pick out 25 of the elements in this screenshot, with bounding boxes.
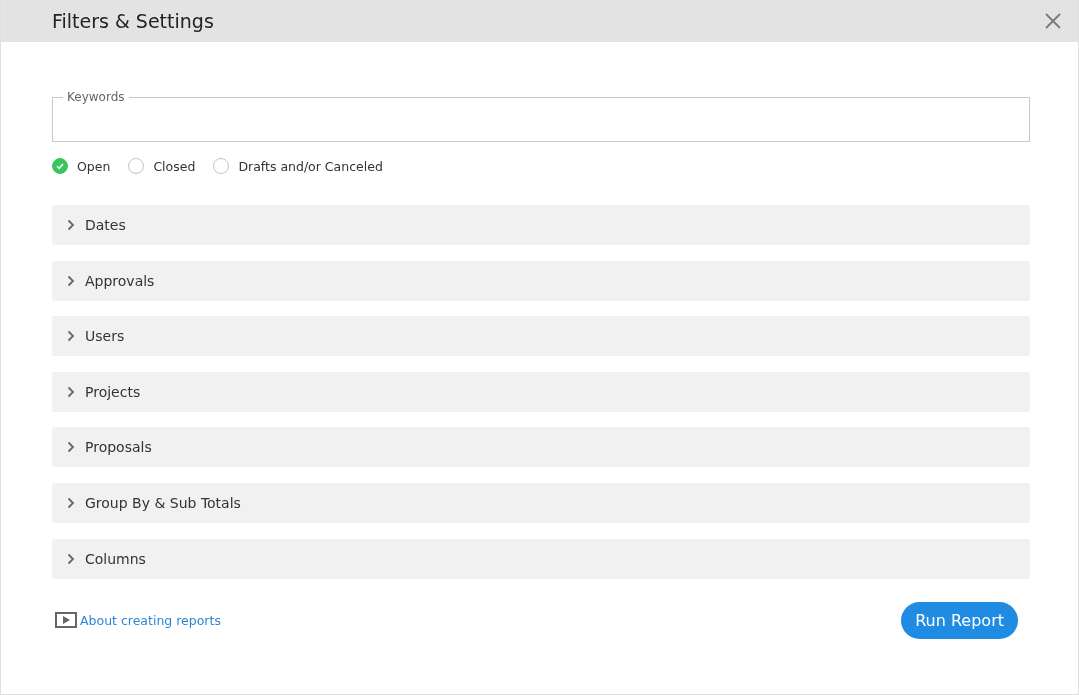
close-icon[interactable] bbox=[1044, 12, 1062, 30]
keywords-field[interactable]: Keywords bbox=[52, 90, 1030, 142]
section-title: Columns bbox=[85, 550, 146, 567]
section-title: Users bbox=[85, 328, 125, 345]
run-report-button[interactable]: Run Report bbox=[901, 601, 1018, 639]
collapsible-section[interactable]: Projects bbox=[52, 371, 1030, 412]
section-title: Approvals bbox=[85, 272, 155, 289]
collapsible-section[interactable]: Proposals bbox=[52, 427, 1030, 468]
radio-label[interactable]: Open bbox=[77, 158, 111, 174]
radio-label[interactable]: Drafts and/or Canceled bbox=[238, 158, 383, 174]
collapsible-section[interactable]: Dates bbox=[52, 205, 1030, 245]
collapsible-section[interactable]: Group By & Sub Totals bbox=[52, 482, 1030, 523]
window-title: Filters & Settings bbox=[52, 10, 214, 32]
help-link[interactable]: About creating reports bbox=[80, 612, 221, 628]
radio-label[interactable]: Closed bbox=[153, 158, 196, 174]
section-title: Dates bbox=[85, 217, 126, 233]
section-title: Projects bbox=[85, 383, 141, 400]
radio-button[interactable] bbox=[52, 158, 68, 174]
collapsible-section[interactable]: Users bbox=[52, 316, 1030, 357]
collapsible-section[interactable]: Approvals bbox=[52, 260, 1030, 301]
collapsible-section[interactable]: Columns bbox=[52, 538, 1030, 579]
section-title: Proposals bbox=[85, 439, 152, 456]
check-icon bbox=[55, 161, 65, 171]
play-icon bbox=[55, 612, 77, 629]
section-title: Group By & Sub Totals bbox=[85, 494, 241, 511]
